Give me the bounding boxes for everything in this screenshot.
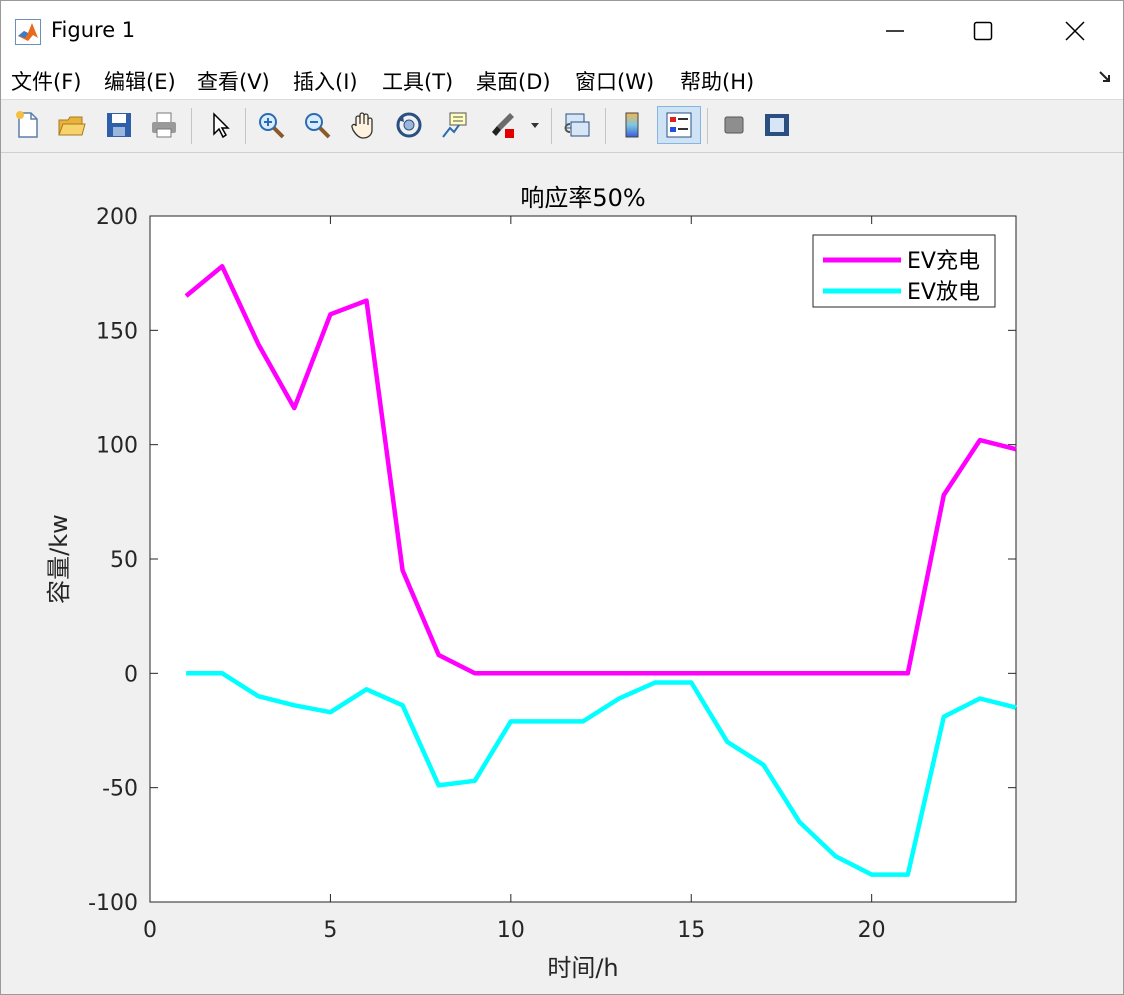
- y-tick-label: -100: [88, 891, 138, 916]
- y-tick-label: 100: [96, 434, 138, 459]
- save-button[interactable]: [101, 106, 137, 144]
- maximize-button[interactable]: [935, 1, 1031, 61]
- legend[interactable]: EV充电 EV放电: [812, 234, 996, 308]
- rotate-3d-button[interactable]: [391, 106, 427, 144]
- select-button[interactable]: [201, 106, 237, 144]
- brush-button[interactable]: [485, 106, 521, 144]
- menu-window[interactable]: 窗口(W): [575, 66, 654, 96]
- link-plot-button[interactable]: [559, 106, 595, 144]
- save-icon: [107, 113, 131, 137]
- legend-button[interactable]: [657, 106, 701, 144]
- x-tick-label: 0: [143, 918, 157, 943]
- print-icon: [152, 112, 176, 138]
- matlab-icon: [15, 19, 41, 45]
- figure-toolbar: [1, 100, 1123, 153]
- pan-button[interactable]: [345, 106, 381, 144]
- menu-tools[interactable]: 工具(T): [382, 66, 453, 96]
- title-bar: Figure 1: [1, 1, 1123, 61]
- chart-title: 响应率50%: [520, 184, 645, 212]
- open-file-icon: [58, 116, 86, 136]
- x-tick-label: 15: [677, 918, 705, 943]
- pan-hand-icon: [351, 112, 373, 139]
- dock-arrow-icon[interactable]: [1097, 69, 1113, 85]
- show-plot-tools-button[interactable]: [759, 106, 795, 144]
- y-tick-label: -50: [102, 777, 138, 802]
- y-tick-label: 150: [96, 319, 138, 344]
- menu-edit[interactable]: 编辑(E): [104, 66, 176, 96]
- hide-plot-tools-button[interactable]: [715, 106, 751, 144]
- zoom-out-icon: [305, 113, 331, 139]
- menu-insert[interactable]: 插入(I): [293, 66, 358, 96]
- show-plot-tools-icon: [765, 114, 789, 136]
- y-axis-label: 容量/kw: [45, 514, 73, 604]
- data-cursor-icon: [442, 112, 467, 138]
- y-tick-label: 200: [96, 205, 138, 230]
- data-cursor-button[interactable]: [437, 106, 473, 144]
- y-tick-label: 50: [110, 548, 138, 573]
- select-arrow-icon: [213, 112, 230, 139]
- zoom-out-button[interactable]: [299, 106, 335, 144]
- maximize-icon: [973, 21, 993, 41]
- menu-file[interactable]: 文件(F): [11, 66, 81, 96]
- new-figure-icon: [16, 111, 38, 138]
- link-plot-icon: [564, 113, 590, 137]
- zoom-in-button[interactable]: [253, 106, 289, 144]
- figure-canvas: 0 5 10 15 20 -100 -50 0 50 100 150 200 响应率50% 时间/h …: [1, 153, 1123, 994]
- menu-help[interactable]: 帮助(H): [680, 66, 754, 96]
- legend-icon: [666, 112, 692, 138]
- legend-label-charge: EV充电: [907, 249, 980, 274]
- y-tick-label: 0: [124, 662, 138, 687]
- x-tick-label: 5: [323, 918, 337, 943]
- x-axis-label: 时间/h: [547, 954, 618, 982]
- x-tick-label: 10: [497, 918, 525, 943]
- x-tick-label: 20: [858, 918, 886, 943]
- window-title: Figure 1: [51, 18, 136, 42]
- menu-desktop[interactable]: 桌面(D): [476, 66, 551, 96]
- menu-bar: 文件(F) 编辑(E) 查看(V) 插入(I) 工具(T) 桌面(D) 窗口(W…: [1, 61, 1123, 100]
- colorbar-button[interactable]: [614, 106, 650, 144]
- menu-view[interactable]: 查看(V): [197, 66, 270, 96]
- close-icon: [1065, 21, 1085, 41]
- rotate-3d-icon: [396, 112, 422, 138]
- figure-window: Figure 1 文件(F) 编辑(E) 查看(V) 插入(I) 工具(T) 桌…: [0, 0, 1124, 995]
- hide-plot-tools-icon: [724, 116, 744, 134]
- axes-background: [149, 215, 1017, 903]
- close-button[interactable]: [1027, 1, 1123, 61]
- zoom-in-icon: [259, 113, 285, 139]
- print-button[interactable]: [146, 106, 182, 144]
- brush-dropdown-icon: [531, 123, 539, 128]
- new-figure-button[interactable]: [9, 106, 45, 144]
- minimize-button[interactable]: [847, 1, 943, 61]
- line-chart: 0 5 10 15 20-100-50050100150200 响应率50% 时间/h …: [45, 184, 1017, 982]
- legend-label-discharge: EV放电: [907, 280, 980, 305]
- colorbar-icon: [625, 112, 639, 138]
- brush-dropdown-button[interactable]: [525, 106, 545, 144]
- open-file-button[interactable]: [53, 106, 89, 144]
- minimize-icon: [886, 30, 904, 32]
- brush-icon: [492, 113, 514, 138]
